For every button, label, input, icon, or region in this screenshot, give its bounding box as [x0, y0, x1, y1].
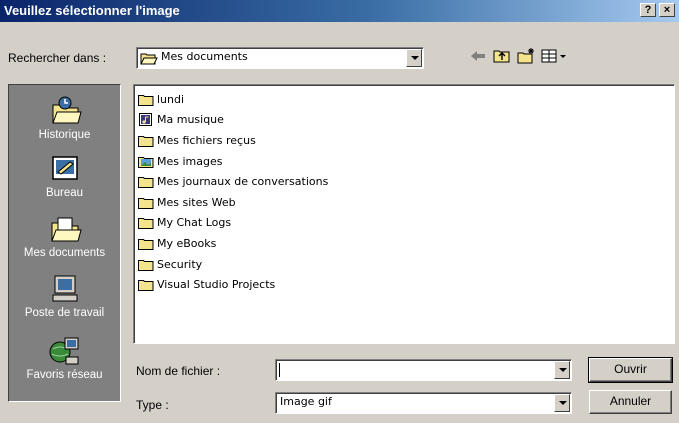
file-list[interactable]: lundi Ma musique Mes fichiers reçus Mes ima…: [133, 84, 675, 344]
look-in-dropdown-arrow[interactable]: [406, 49, 422, 67]
up-folder-icon[interactable]: [492, 47, 512, 65]
list-item[interactable]: My Chat Logs: [134, 213, 674, 234]
folder-icon: [138, 218, 154, 230]
place-my-documents[interactable]: Mes documents: [9, 213, 120, 259]
file-name: Security: [157, 257, 203, 271]
folder-icon: [138, 135, 154, 147]
folder-icon: [138, 177, 154, 189]
view-menu-icon[interactable]: [540, 47, 568, 65]
history-icon: [51, 96, 82, 124]
look-in-label: Rechercher dans :: [8, 51, 107, 65]
open-folder-icon: [140, 53, 158, 65]
open-button[interactable]: Ouvrir: [588, 357, 673, 383]
list-item[interactable]: Ma musique: [134, 110, 674, 131]
pictures-folder-icon: [138, 156, 154, 168]
file-name: Visual Studio Projects: [157, 278, 276, 292]
file-name: Mes images: [157, 154, 223, 168]
place-label: Mes documents: [23, 247, 106, 259]
list-item[interactable]: Mes sites Web: [134, 192, 674, 213]
place-history[interactable]: Historique: [9, 95, 120, 141]
folder-icon: [138, 94, 154, 106]
cancel-button[interactable]: Annuler: [589, 390, 672, 414]
places-bar: Historique Bureau Mes documents Poste de…: [8, 84, 121, 402]
folder-icon: [138, 238, 154, 250]
folder-icon: [138, 197, 154, 209]
filetype-dropdown-arrow[interactable]: [554, 394, 570, 412]
list-item[interactable]: My eBooks: [134, 233, 674, 254]
close-button[interactable]: ×: [659, 3, 675, 17]
folder-icon: [138, 259, 154, 271]
file-name: Mes fichiers reçus: [157, 133, 256, 147]
window-title: Veuillez sélectionner l'image: [4, 3, 180, 18]
filename-input[interactable]: [275, 359, 572, 381]
filetype-label: Type :: [136, 398, 169, 412]
file-name: Mes sites Web: [157, 195, 236, 209]
place-network[interactable]: Favoris réseau: [9, 335, 120, 381]
title-bar[interactable]: Veuillez sélectionner l'image ? ×: [0, 0, 679, 22]
file-name: Ma musique: [157, 113, 224, 127]
list-item[interactable]: Security: [134, 254, 674, 275]
filetype-value: Image gif: [280, 395, 332, 408]
filetype-select[interactable]: Image gif: [275, 392, 572, 414]
network-places-icon: [49, 337, 78, 365]
file-name: lundi: [157, 92, 185, 106]
new-folder-icon[interactable]: [516, 47, 536, 65]
file-name: My Chat Logs: [157, 216, 232, 230]
file-name: Mes journaux de conversations: [157, 175, 329, 189]
place-label: Bureau: [45, 187, 84, 199]
back-arrow-icon[interactable]: [468, 47, 488, 65]
text-caret: [279, 363, 280, 377]
filename-label: Nom de fichier :: [136, 364, 221, 378]
place-label: Historique: [38, 129, 91, 141]
look-in-dropdown[interactable]: Mes documents: [136, 47, 424, 69]
my-computer-icon: [52, 275, 77, 302]
list-item[interactable]: Visual Studio Projects: [134, 274, 674, 295]
place-my-computer[interactable]: Poste de travail: [9, 273, 120, 319]
filename-dropdown-arrow[interactable]: [554, 361, 570, 379]
list-item[interactable]: lundi: [134, 89, 674, 110]
help-button[interactable]: ?: [640, 3, 656, 17]
place-label: Poste de travail: [24, 307, 105, 319]
desktop-icon: [51, 156, 78, 180]
list-item[interactable]: Mes journaux de conversations: [134, 171, 674, 192]
file-name: My eBooks: [157, 236, 217, 250]
music-folder-icon: [139, 113, 152, 127]
place-desktop[interactable]: Bureau: [9, 153, 120, 199]
look-in-value: Mes documents: [161, 50, 248, 63]
place-label: Favoris réseau: [26, 369, 103, 381]
folder-icon: [138, 280, 154, 292]
list-item[interactable]: Mes fichiers reçus: [134, 130, 674, 151]
my-documents-icon: [50, 217, 82, 242]
list-item[interactable]: Mes images: [134, 151, 674, 172]
